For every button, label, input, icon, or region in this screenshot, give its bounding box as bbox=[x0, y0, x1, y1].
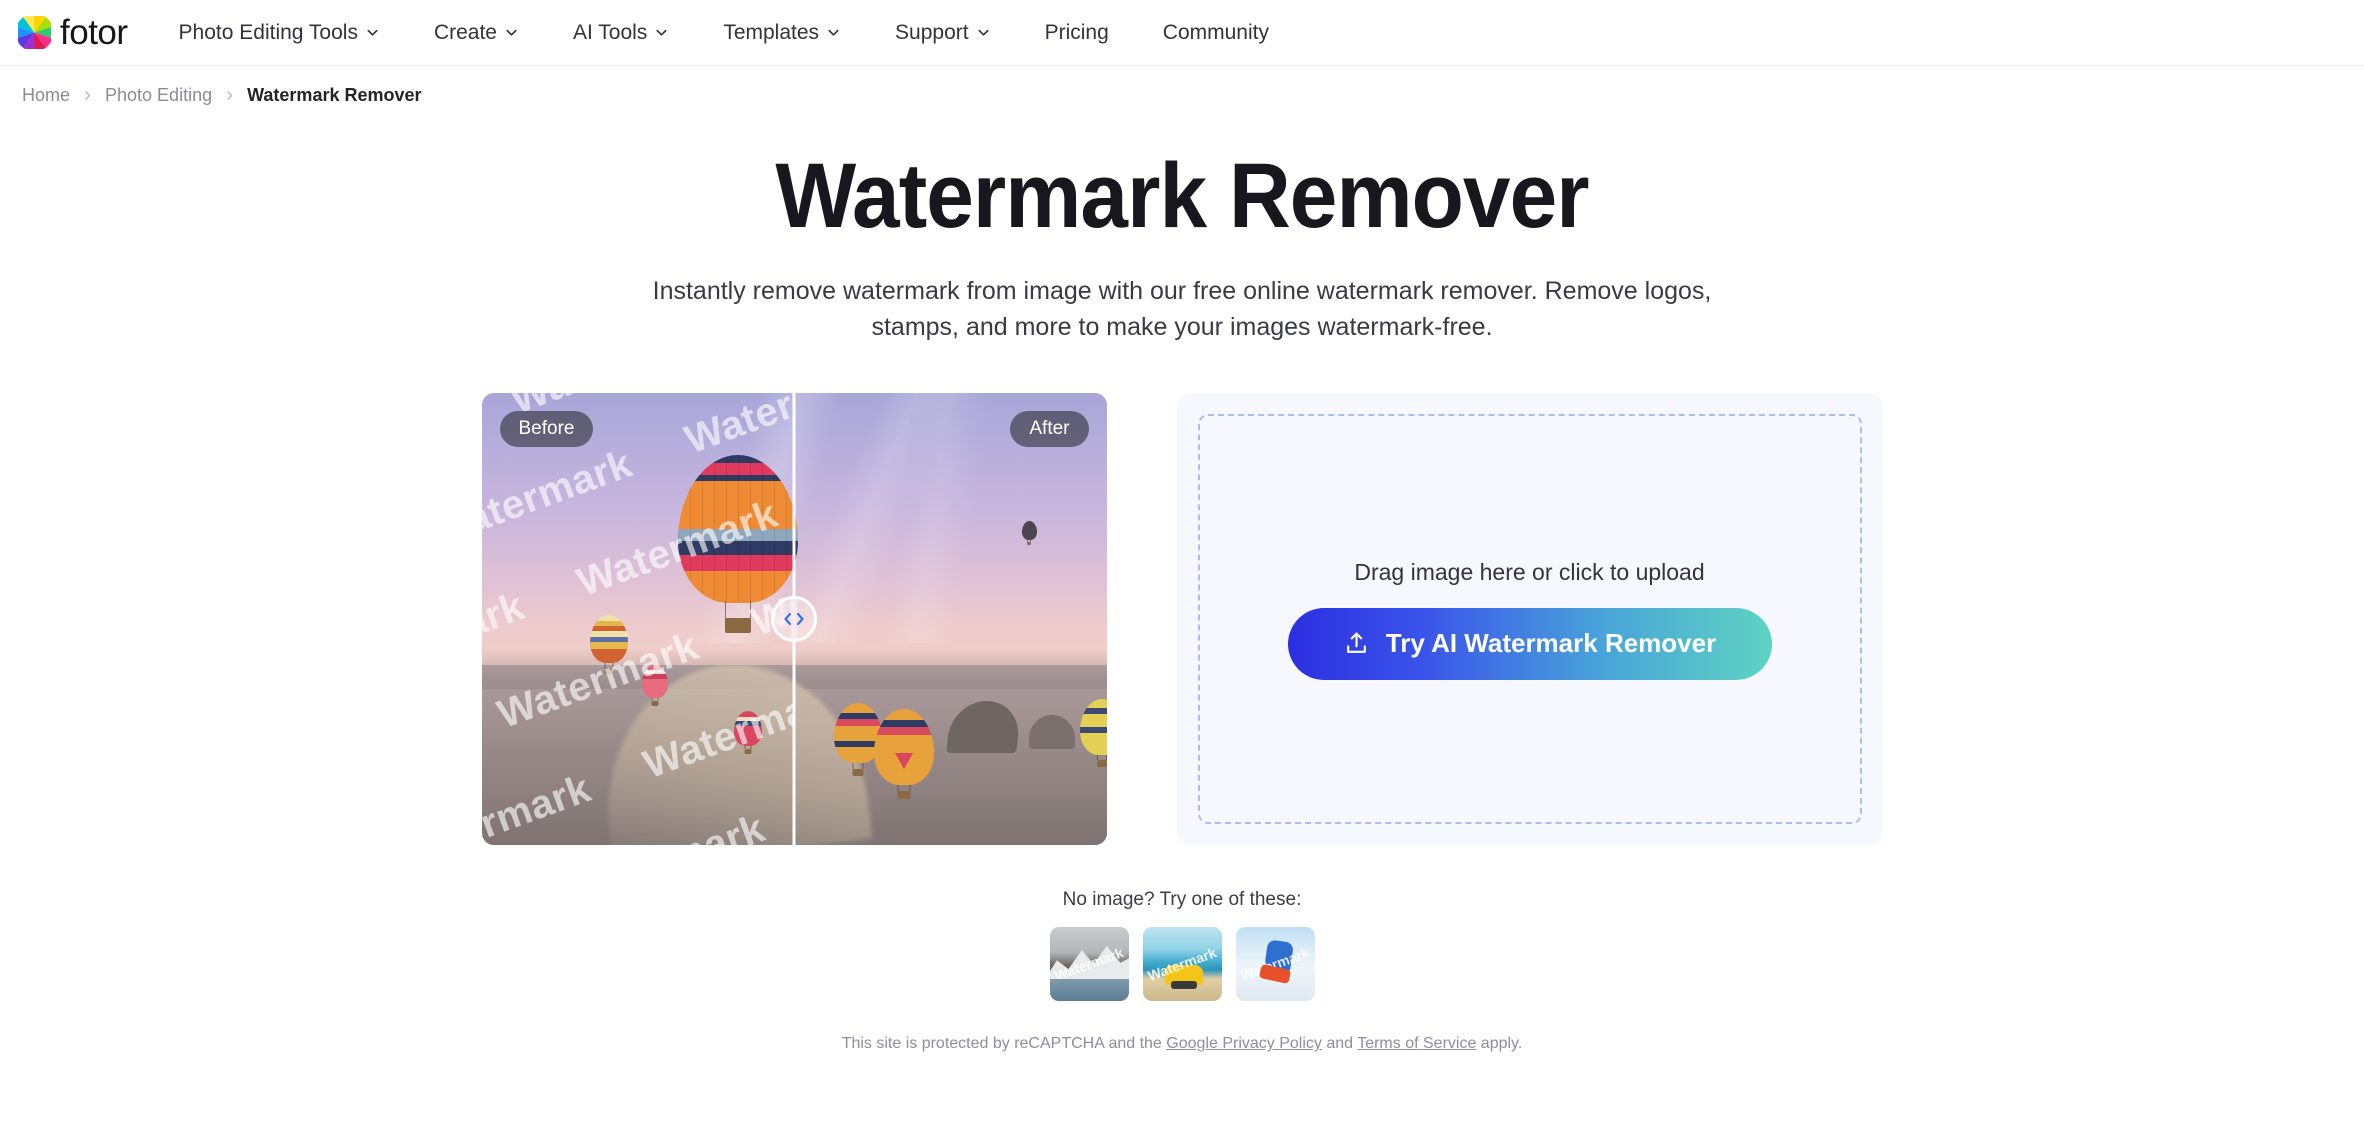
nav-item-support[interactable]: Support bbox=[868, 21, 1018, 45]
recaptcha-legal-notice: This site is protected by reCAPTCHA and … bbox=[0, 1035, 2364, 1053]
try-ai-watermark-remover-button[interactable]: Try AI Watermark Remover bbox=[1287, 607, 1772, 680]
balloon-distant bbox=[1021, 521, 1037, 546]
nav-label: Templates bbox=[723, 20, 820, 44]
logo[interactable]: fotor bbox=[18, 15, 128, 50]
dropzone-label: Drag image here or click to upload bbox=[1354, 558, 1705, 585]
chevron-down-icon bbox=[976, 25, 991, 40]
nav-label: Community bbox=[1162, 20, 1269, 44]
nav-label: Create bbox=[433, 20, 497, 44]
chevron-down-icon bbox=[654, 25, 669, 40]
sample-watermark-text: Watermark bbox=[1145, 944, 1219, 984]
nav-item-templates[interactable]: Templates bbox=[696, 21, 868, 45]
nav-label: Pricing bbox=[1044, 20, 1109, 44]
upload-icon bbox=[1343, 630, 1370, 657]
main-nav: Photo Editing Tools Create AI Tools Temp… bbox=[152, 21, 1296, 45]
sample-thumbnail-3[interactable]: Watermark bbox=[1235, 927, 1315, 1002]
sample-watermark-text: Watermark bbox=[1238, 944, 1312, 984]
legal-suffix: apply. bbox=[1476, 1035, 1523, 1053]
before-after-comparison[interactable]: Watermark Watermark Watermark Watermark Wate… bbox=[481, 393, 1107, 846]
chevron-down-icon bbox=[504, 25, 519, 40]
samples-label: No image? Try one of these: bbox=[1062, 889, 1302, 911]
page-subtitle: Instantly remove watermark from image wi… bbox=[652, 276, 1712, 341]
sample-thumbnail-1[interactable]: Watermark bbox=[1049, 927, 1129, 1002]
breadcrumb-separator-icon bbox=[223, 89, 236, 102]
page-title: Watermark Remover bbox=[775, 145, 1589, 247]
watermark-text: Watermark bbox=[491, 623, 704, 738]
sample-thumbnails: Watermark Watermark Watermark bbox=[0, 927, 2364, 1002]
upload-card: Drag image here or click to upload Try A… bbox=[1176, 393, 1883, 846]
nav-label: AI Tools bbox=[572, 20, 648, 44]
nav-item-pricing[interactable]: Pricing bbox=[1018, 21, 1136, 45]
sample-watermark-text: Watermark bbox=[1052, 944, 1126, 984]
watermark-text: Watermark bbox=[481, 766, 596, 846]
chevron-down-icon bbox=[365, 25, 380, 40]
left-right-chevrons-icon bbox=[779, 611, 809, 627]
nav-item-community[interactable]: Community bbox=[1136, 21, 1296, 45]
nav-item-ai-tools[interactable]: AI Tools bbox=[546, 21, 696, 45]
google-privacy-policy-link[interactable]: Google Privacy Policy bbox=[1166, 1035, 1322, 1052]
breadcrumb-home[interactable]: Home bbox=[22, 85, 70, 106]
sample-images-section: No image? Try one of these: Watermark Wa… bbox=[0, 889, 2364, 1002]
breadcrumb-separator-icon bbox=[81, 89, 94, 102]
logo-text: fotor bbox=[60, 13, 128, 52]
main-content: Watermark Watermark Watermark Watermark Wate… bbox=[0, 393, 2364, 846]
balloon-right-3 bbox=[1079, 699, 1107, 768]
comparison-slider-handle[interactable] bbox=[771, 596, 817, 643]
fotor-color-wheel-logo-icon bbox=[18, 16, 51, 49]
balloon-right-2 bbox=[873, 709, 934, 800]
terms-of-service-link[interactable]: Terms of Service bbox=[1357, 1035, 1476, 1052]
watermark-text: Watermark bbox=[570, 491, 784, 605]
nav-label: Support bbox=[895, 20, 969, 44]
rock-formation bbox=[1028, 715, 1075, 750]
rock-formation bbox=[945, 701, 1022, 754]
breadcrumb-photo-editing[interactable]: Photo Editing bbox=[105, 85, 212, 106]
hero-section: Watermark Remover Instantly remove water… bbox=[0, 106, 2364, 345]
nav-item-photo-editing-tools[interactable]: Photo Editing Tools bbox=[152, 21, 407, 45]
watermark-text: Watermark bbox=[481, 584, 530, 698]
watermark-text: Watermark bbox=[558, 806, 771, 845]
before-badge: Before bbox=[499, 411, 594, 448]
cta-label: Try AI Watermark Remover bbox=[1385, 628, 1717, 659]
watermark-text: Watermark bbox=[481, 441, 638, 555]
breadcrumb-current: Watermark Remover bbox=[247, 85, 422, 105]
nav-item-create[interactable]: Create bbox=[407, 21, 546, 45]
legal-mid: and bbox=[1321, 1035, 1358, 1053]
site-header: fotor Photo Editing Tools Create AI Tool… bbox=[0, 0, 2364, 66]
dropzone[interactable]: Drag image here or click to upload Try A… bbox=[1197, 414, 1862, 825]
after-badge: After bbox=[1010, 411, 1089, 448]
breadcrumb: Home Photo Editing Watermark Remover bbox=[0, 66, 2364, 106]
sample-thumbnail-2[interactable]: Watermark bbox=[1142, 927, 1222, 1002]
chevron-down-icon bbox=[826, 25, 841, 40]
legal-prefix: This site is protected by reCAPTCHA and … bbox=[841, 1035, 1167, 1053]
nav-label: Photo Editing Tools bbox=[178, 20, 358, 44]
